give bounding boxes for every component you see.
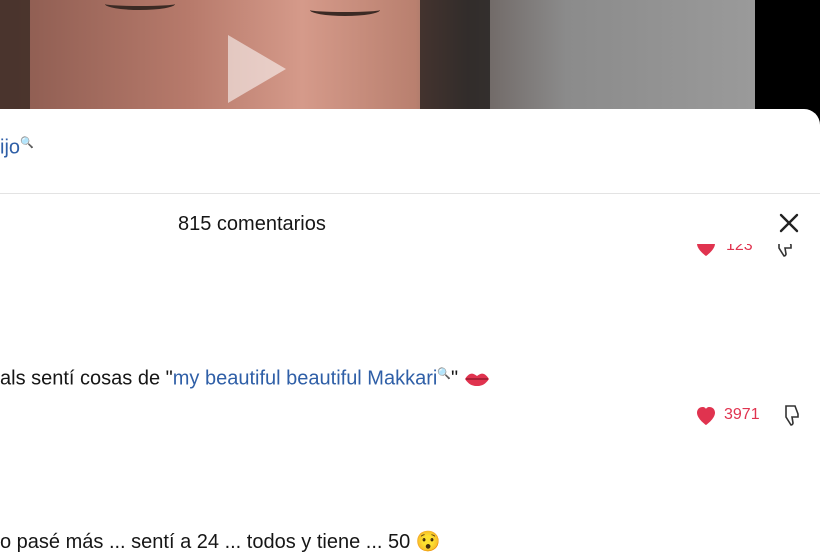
comment-link[interactable]: my beautiful beautiful Makkari [173, 368, 438, 390]
bottom-comment-text: o pasé más ... sentí a 24 ... todos y ti… [0, 531, 441, 553]
heart-icon[interactable] [694, 244, 718, 257]
dislike-icon[interactable] [773, 244, 795, 258]
comment-text-before: als sentí cosas de " [0, 367, 173, 390]
search-icon: 🔍 [437, 368, 452, 380]
video-eye-left [105, 0, 175, 10]
top-link-text[interactable]: ijo [0, 137, 20, 159]
video-eye-right [310, 4, 380, 16]
partial-comment-actions: 123 [694, 244, 804, 264]
play-icon[interactable] [228, 35, 286, 103]
partial-like-count: 123 [726, 244, 753, 254]
lips-icon [464, 373, 489, 386]
search-icon: 🔍 [20, 137, 34, 149]
divider [0, 193, 820, 194]
top-link-row[interactable]: ijo🔍 [0, 136, 34, 160]
dislike-icon[interactable] [780, 403, 802, 427]
close-icon[interactable] [776, 210, 802, 236]
comment-text-after: " [451, 367, 464, 390]
like-count: 3971 [724, 406, 760, 423]
heart-icon[interactable] [694, 404, 718, 426]
comments-panel: ijo🔍 815 comentarios 123 als sentí cosas… [0, 109, 820, 553]
comment-actions: 3971 [694, 403, 802, 427]
comments-count-title: 815 comentarios [178, 213, 326, 235]
comment-text: als sentí cosas de "my beautiful beautif… [0, 367, 490, 391]
